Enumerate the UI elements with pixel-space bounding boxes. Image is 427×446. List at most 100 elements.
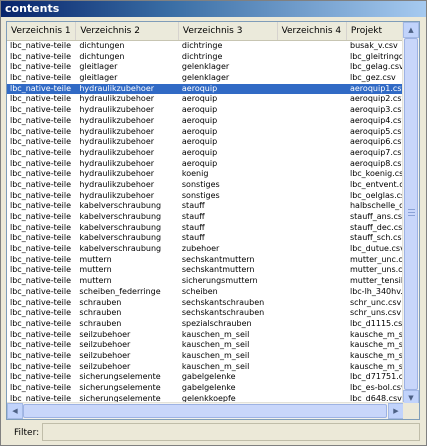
table-cell: lbc-lh_340hv.cs [349, 286, 404, 296]
scroll-right-arrow-icon[interactable]: ▶ [388, 403, 404, 419]
table-cell: stauff_ans.csv [349, 212, 404, 221]
table-row[interactable]: lbc_native-teile seilzubehoer kauschen_m_s… [7, 362, 404, 373]
table-row[interactable]: lbc_native-teile hydraulikzubehoer aeroqui… [7, 116, 404, 127]
table-cell: lbc_native-teile [10, 361, 71, 371]
table-cell: lbc_native-teile [10, 233, 71, 243]
table-row[interactable]: lbc_native-teile hydraulikzubehoer aeroqui… [7, 83, 404, 95]
table-cell: aeroquip8.csv [349, 158, 404, 168]
table-cell: aeroquip [181, 137, 218, 147]
table-cell: scheiben_federringe [79, 286, 161, 296]
scroll-up-arrow-icon[interactable]: ▲ [403, 22, 419, 38]
column-header-verzeichnis-4[interactable]: Verzeichnis 4 [278, 22, 347, 40]
table-cell: dichtungen [79, 41, 125, 50]
table-row[interactable]: lbc_native-teile seilzubehoer kauschen_m_s… [7, 351, 404, 362]
filter-input[interactable] [42, 423, 420, 441]
table-cell: aeroquip [181, 126, 218, 136]
table-row[interactable]: lbc_native-teile muttern sechskantmuttern m… [7, 265, 404, 276]
table-row[interactable]: lbc_native-teile schrauben sechskantschrau… [7, 298, 404, 309]
table-cell: sonstiges [181, 179, 220, 189]
table-cell: lbc_native-teile [10, 62, 71, 72]
table-cell [278, 127, 347, 138]
table-cell: lbc_gelag.csv [349, 62, 404, 72]
table-row[interactable]: lbc_native-teile sicherungselemente gabelg… [7, 383, 404, 394]
table-cell [278, 383, 347, 394]
table-row[interactable]: lbc_native-teile dichtungen dichtringe busa… [7, 41, 404, 52]
vertical-scroll-thumb[interactable] [404, 38, 418, 390]
table-row[interactable]: lbc_native-teile scheiben_federringe schei… [7, 287, 404, 298]
table-row[interactable]: lbc_native-teile hydraulikzubehoer sonstig… [7, 180, 404, 191]
table-cell: stauff [181, 212, 205, 221]
table-row[interactable]: lbc_native-teile schrauben spezialschraube… [7, 319, 404, 330]
table-cell: lbc_dutue.csv [349, 244, 404, 254]
table-cell: schrauben [79, 308, 122, 318]
table-row[interactable]: lbc_native-teile seilzubehoer kauschen_m_s… [7, 330, 404, 341]
table-cell: kausche_m_seil [349, 361, 404, 371]
table-row[interactable]: lbc_native-teile kabelverschraubung stauff… [7, 233, 404, 244]
horizontal-scrollbar[interactable]: ◀ ▶ [7, 402, 404, 419]
table-cell [278, 308, 347, 319]
horizontal-scroll-thumb[interactable] [23, 404, 387, 418]
column-header-verzeichnis-2[interactable]: Verzeichnis 2 [76, 22, 179, 40]
table-row[interactable]: lbc_native-teile kabelverschraubung zubeho… [7, 244, 404, 255]
table-cell: muttern [79, 265, 112, 275]
table-row[interactable]: lbc_native-teile dichtungen dichtringe lbc_… [7, 52, 404, 63]
table-row[interactable]: lbc_native-teile kabelverschraubung stauff… [7, 212, 404, 223]
table-cell: lbc_native-teile [10, 73, 71, 83]
table-cell: lbc_es-bol.csv [349, 383, 404, 392]
table-cell: gabelgelenke [181, 383, 236, 392]
table-cell: mutter_uns.csv [349, 265, 404, 275]
table-row[interactable]: lbc_native-teile hydraulikzubehoer aeroqui… [7, 137, 404, 148]
table-row[interactable]: lbc_native-teile hydraulikzubehoer aeroqui… [7, 148, 404, 159]
table-cell: lbc_native-teile [10, 276, 71, 286]
table-row[interactable]: lbc_native-teile kabelverschraubung stauff… [7, 201, 404, 212]
table-cell: dichtringe [181, 41, 223, 50]
table-cell: sechskantmuttern [181, 265, 255, 275]
table-row[interactable]: lbc_native-teile hydraulikzubehoer koenig l… [7, 169, 404, 180]
table-cell [278, 223, 347, 234]
table-row[interactable]: lbc_native-teile gleitlager gelenklager lbc… [7, 62, 404, 73]
table-cell: lbc_native-teile [10, 94, 71, 104]
table-row[interactable]: lbc_native-teile muttern sicherungsmuttern… [7, 276, 404, 287]
table-cell: lbc_native-teile [10, 308, 71, 318]
scroll-left-arrow-icon[interactable]: ◀ [7, 403, 23, 419]
table-cell: scheiben [181, 286, 218, 296]
table-row[interactable]: lbc_native-teile sicherungselemente gabelg… [7, 372, 404, 383]
table-cell: schrauben [79, 318, 122, 328]
table-row[interactable]: lbc_native-teile hydraulikzubehoer aeroqui… [7, 105, 404, 116]
table-cell: seilzubehoer [79, 350, 131, 360]
window-title: contents [1, 1, 426, 17]
table-row[interactable]: lbc_native-teile seilzubehoer kauschen_m_s… [7, 340, 404, 351]
table-cell [278, 351, 347, 362]
table-row[interactable]: lbc_native-teile hydraulikzubehoer sonstig… [7, 191, 404, 202]
table-cell [278, 255, 347, 266]
table-cell: kausche_m_seil [349, 329, 404, 339]
table-body: lbc_native-teile dichtungen dichtringe busa… [7, 41, 404, 405]
table-cell: spezialschrauben [181, 318, 252, 328]
column-header-projekt[interactable]: Projekt [347, 22, 404, 40]
table-cell [278, 62, 347, 73]
table-row[interactable]: lbc_native-teile hydraulikzubehoer aeroqui… [7, 94, 404, 105]
table-row[interactable]: lbc_native-teile muttern sechskantmuttern m… [7, 255, 404, 266]
table-cell: hydraulikzubehoer [79, 83, 155, 93]
table-cell: kabelverschraubung [79, 212, 162, 221]
table-cell [278, 298, 347, 309]
table-cell: sechskantmuttern [181, 254, 255, 264]
column-header-verzeichnis-1[interactable]: Verzeichnis 1 [7, 22, 77, 40]
table-row[interactable]: lbc_native-teile hydraulikzubehoer aeroqui… [7, 159, 404, 170]
table-cell [278, 340, 347, 351]
vertical-scrollbar[interactable]: ▲ ▼ [402, 22, 419, 406]
table-cell: hydraulikzubehoer [79, 126, 155, 136]
table-cell: lbc_native-teile [10, 83, 71, 93]
column-header-verzeichnis-3[interactable]: Verzeichnis 3 [179, 22, 278, 40]
table-cell: sechskantschrauben [181, 297, 265, 307]
table-row[interactable]: lbc_native-teile schrauben sechskantschrau… [7, 308, 404, 319]
table-cell: lbc_d71751.csv [349, 372, 404, 382]
table-row[interactable]: lbc_native-teile kabelverschraubung stauff… [7, 223, 404, 234]
table-row[interactable]: lbc_native-teile hydraulikzubehoer aeroqui… [7, 127, 404, 138]
table-cell: muttern [79, 254, 112, 264]
table-cell: kauschen_m_seil [181, 361, 250, 371]
table-cell: schrauben [79, 297, 122, 307]
table-row[interactable]: lbc_native-teile gleitlager gelenklager lbc… [7, 73, 404, 84]
table-cell: gabelgelenke [181, 372, 236, 382]
table-cell: halbschelle_d30 [349, 201, 404, 211]
